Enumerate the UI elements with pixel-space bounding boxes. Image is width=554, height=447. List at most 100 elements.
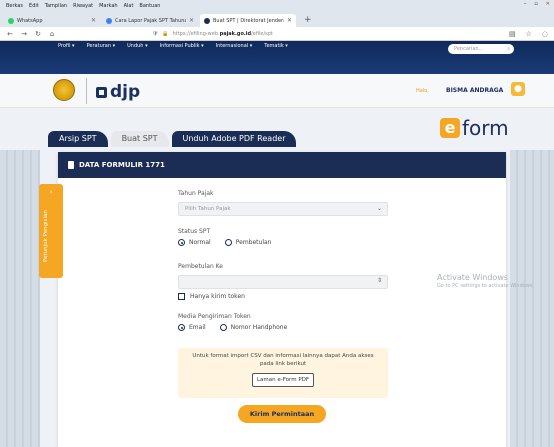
- url-suffix: /efile/spt: [251, 30, 273, 37]
- info-text-line2: pada link berikut: [259, 361, 307, 367]
- eform-logo-word: form: [462, 116, 509, 140]
- tahun-pajak-label: Tahun Pajak: [178, 190, 214, 197]
- maximize-icon[interactable]: ▫: [534, 1, 537, 7]
- back-icon[interactable]: ←: [6, 30, 14, 38]
- document-icon: [68, 161, 74, 169]
- menu-tampilan[interactable]: Tampilan: [45, 3, 67, 9]
- home-icon[interactable]: ⌂: [48, 30, 56, 38]
- hanya-kirim-token-checkbox[interactable]: [178, 293, 185, 300]
- djp-logo-text: djp: [110, 82, 141, 102]
- address-actions: ▤ ☆ ◌: [509, 30, 548, 38]
- close-window-icon[interactable]: ✕: [546, 1, 550, 7]
- bookmark-star-icon[interactable]: ☆: [526, 30, 532, 38]
- menu-riwayat[interactable]: Riwayat: [73, 3, 93, 9]
- close-tab-icon[interactable]: ✕: [91, 17, 96, 24]
- shield-icon: 🛡: [152, 30, 159, 37]
- browser-menubar: Berkas Edit Tampilan Riwayat Markah Alat…: [0, 0, 554, 12]
- radio-pembetulan-label: Pembetulan: [235, 239, 272, 246]
- laman-eform-pdf-button[interactable]: Laman e-Form PDF: [252, 373, 314, 387]
- media-pengiriman-label: Media Pengiriman Token: [178, 313, 251, 320]
- tab-label: Cara Lapor Pajak SPT Tahunan: [115, 17, 186, 24]
- kirim-permintaan-button[interactable]: Kirim Permintaan: [238, 405, 326, 423]
- info-text-line1: Untuk format import CSV dan informasi la…: [192, 353, 374, 359]
- radio-pembetulan[interactable]: [224, 239, 232, 246]
- whatsapp-icon: [8, 17, 14, 24]
- menu-markah[interactable]: Markah: [99, 3, 117, 9]
- activate-windows-watermark: Activate Windows Go to PC settings to ac…: [437, 273, 534, 289]
- menu-berkas[interactable]: Berkas: [6, 3, 23, 9]
- building-background-right: [510, 150, 554, 447]
- site-navbar: Profil ▾ Peraturan ▾ Unduh ▾ Informasi P…: [0, 41, 554, 74]
- panel-title: DATA FORMULIR 1771: [79, 161, 165, 169]
- tab-buat-spt-form[interactable]: Buat SPT: [110, 131, 169, 147]
- radio-email-label: Email: [189, 324, 206, 331]
- nav-internasional[interactable]: Internasional ▾: [216, 43, 253, 49]
- tahun-pajak-placeholder: Pilih Tahun Pajak: [185, 206, 231, 212]
- pembetulan-ke-input[interactable]: ⇕: [178, 275, 388, 289]
- nav-peraturan[interactable]: Peraturan ▾: [87, 43, 116, 49]
- radio-email[interactable]: [178, 324, 185, 331]
- new-tab-icon[interactable]: +: [298, 14, 318, 27]
- nav-unduh[interactable]: Unduh ▾: [127, 43, 147, 49]
- search-icon[interactable]: ⌕: [507, 44, 510, 54]
- radio-normal[interactable]: [178, 239, 185, 246]
- url-domain: pajak.go.id: [219, 30, 252, 37]
- close-tab-icon[interactable]: ✕: [189, 17, 194, 24]
- activate-windows-title: Activate Windows: [437, 273, 509, 282]
- form-tabs: Arsip SPT Buat SPT Unduh Adobe PDF Reade…: [48, 131, 297, 147]
- url-field[interactable]: 🛡 🔒 https://efiling-web.pajak.go.id/efil…: [152, 29, 482, 39]
- greeting-text: Halo,: [416, 88, 429, 94]
- minimize-icon[interactable]: –: [524, 1, 527, 7]
- tab-buat-spt[interactable]: Buat SPT | Direktorat Jenderal P... ✕: [200, 14, 296, 27]
- radio-normal-label: Normal: [189, 239, 211, 246]
- eform-logo-mark-icon: e: [440, 118, 460, 138]
- menu-edit[interactable]: Edit: [29, 3, 39, 9]
- window-controls: – ▫ ✕: [524, 1, 550, 7]
- site-search-input[interactable]: Pencarian... ⌕: [448, 44, 514, 54]
- forward-icon[interactable]: →: [20, 30, 28, 38]
- menu-alat[interactable]: Alat: [124, 3, 134, 9]
- tahun-pajak-select[interactable]: Pilih Tahun Pajak ⌄: [178, 202, 388, 216]
- hanya-kirim-token-label: Hanya kirim token: [190, 293, 245, 300]
- chevron-down-icon: ⌄: [376, 205, 382, 212]
- reader-icon[interactable]: ▤: [509, 30, 516, 38]
- pocket-icon[interactable]: ◌: [542, 30, 548, 38]
- search-placeholder: Pencarian...: [454, 46, 484, 52]
- nav-tematik[interactable]: Tematik ▾: [264, 43, 288, 49]
- nav-profil[interactable]: Profil ▾: [58, 43, 75, 49]
- tab-cara-lapor[interactable]: Cara Lapor Pajak SPT Tahunan ✕: [102, 14, 198, 27]
- user-avatar-icon[interactable]: ●: [511, 82, 525, 96]
- panel-header: DATA FORMULIR 1771: [58, 152, 506, 178]
- hanya-kirim-token-option: Hanya kirim token: [178, 293, 245, 300]
- site-nav-menu: Profil ▾ Peraturan ▾ Unduh ▾ Informasi P…: [58, 43, 288, 49]
- radio-nomor-handphone-label: Nomor Handphone: [230, 324, 288, 331]
- address-bar: ← → ↻ ⌂ 🛡 🔒 https://efiling-web.pajak.go…: [0, 27, 554, 41]
- nav-informasi-publik[interactable]: Informasi Publik ▾: [160, 43, 204, 49]
- petunjuk-pengisian-tab[interactable]: › Petunjuk Pengisian: [39, 184, 63, 278]
- menu-bantuan[interactable]: Bantuan: [139, 3, 160, 9]
- reload-icon[interactable]: ↻: [34, 30, 42, 38]
- building-background-left: [0, 150, 40, 447]
- csv-info-box: Untuk format import CSV dan informasi la…: [178, 348, 388, 398]
- site-header: djp Halo, BISMA ANDRAGA ●: [0, 74, 554, 108]
- pembetulan-ke-label: Pembetulan Ke: [178, 263, 223, 270]
- form-panel: DATA FORMULIR 1771: [58, 152, 506, 447]
- djp-logo[interactable]: djp: [96, 82, 140, 102]
- close-tab-icon[interactable]: ✕: [287, 17, 292, 24]
- chevron-right-icon: ›: [49, 188, 53, 196]
- side-tab-label: Petunjuk Pengisian: [43, 210, 49, 262]
- djp-favicon-icon: [204, 17, 210, 24]
- username[interactable]: BISMA ANDRAGA: [446, 87, 503, 94]
- tab-unduh-pdf-reader[interactable]: Unduh Adobe PDF Reader: [171, 131, 297, 147]
- activate-windows-subtitle: Go to PC settings to activate Windows.: [437, 283, 535, 289]
- logo-divider: [86, 78, 87, 104]
- eform-logo: e form: [440, 116, 509, 140]
- tab-arsip-spt[interactable]: Arsip SPT: [48, 131, 108, 147]
- tab-whatsapp[interactable]: WhatsApp ✕: [4, 14, 100, 27]
- status-spt-radio-group: Normal Pembetulan: [178, 239, 271, 246]
- media-pengiriman-radio-group: Email Nomor Handphone: [178, 324, 287, 331]
- number-stepper-icon[interactable]: ⇕: [377, 277, 382, 284]
- status-spt-label: Status SPT: [178, 228, 211, 235]
- browser-tabbar: WhatsApp ✕ Cara Lapor Pajak SPT Tahunan …: [0, 12, 554, 27]
- radio-nomor-handphone[interactable]: [219, 324, 227, 331]
